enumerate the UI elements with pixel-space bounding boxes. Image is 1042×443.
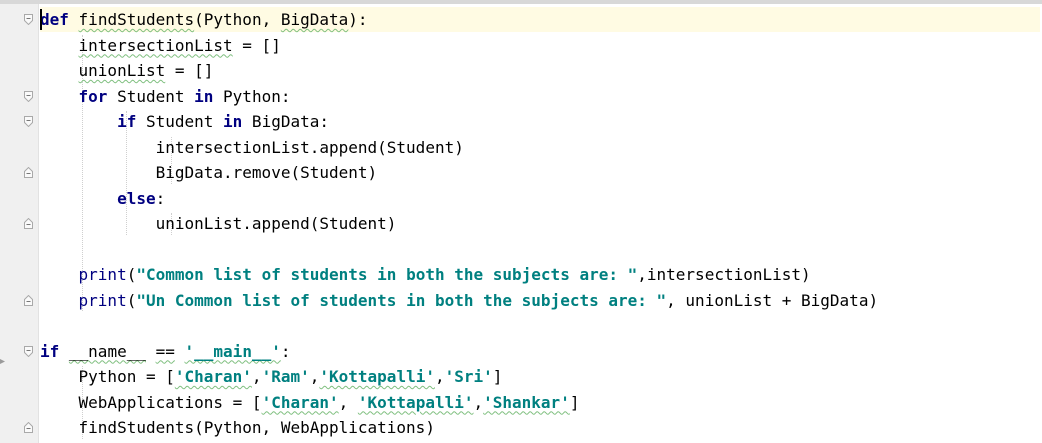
code-token: BigData:	[242, 112, 329, 131]
code-token: :	[155, 188, 166, 208]
code-token: "Common list of students in both the sub…	[136, 265, 638, 284]
code-token: Student	[136, 112, 224, 131]
code-line[interactable]: findStudents(Python, WebApplications)	[40, 415, 435, 440]
fold-close-icon[interactable]	[24, 218, 33, 229]
fold-open-icon[interactable]	[24, 90, 33, 102]
code-token: def	[40, 10, 69, 29]
fold-close-icon[interactable]	[24, 167, 33, 178]
code-token: BigData	[280, 10, 349, 29]
code-token: 'Ram'	[261, 367, 310, 386]
code-line[interactable]: if __name__ == '__main__':	[40, 339, 290, 364]
code-line[interactable]: print("Common list of students in both t…	[40, 262, 811, 287]
code-token: if	[40, 341, 60, 361]
code-line[interactable]: print("Un Common list of students in bot…	[40, 288, 879, 313]
code-token: = []	[232, 35, 281, 55]
breakpoint-marker-icon[interactable]	[0, 349, 5, 364]
code-line[interactable]: unionList.append(Student)	[40, 211, 397, 236]
code-token: (	[126, 290, 137, 310]
code-line[interactable]: else:	[40, 186, 165, 211]
code-token: 'Kottapalli'	[319, 367, 435, 386]
code-token: print	[78, 265, 127, 284]
code-token: __name__	[68, 341, 146, 361]
code-token: Student	[107, 86, 195, 106]
code-token: unionList.append(Student)	[40, 214, 397, 233]
code-line[interactable]: unionList = []	[40, 58, 214, 83]
fold-close-icon[interactable]	[24, 422, 33, 433]
code-token: ,	[309, 367, 320, 386]
code-line[interactable]: def findStudents(Python, BigData):	[40, 7, 1040, 32]
code-token: findStudents(Python, WebApplications)	[40, 418, 435, 437]
code-line[interactable]: intersectionList.append(Student)	[40, 135, 464, 160]
code-token: '__main__'	[184, 341, 281, 361]
editor-gutter[interactable]	[0, 4, 39, 443]
code-token: 'Kottapalli'	[357, 392, 474, 412]
code-token: Python = [	[40, 367, 175, 386]
code-token: if	[117, 112, 137, 131]
fold-open-icon[interactable]	[24, 345, 33, 357]
fold-open-icon[interactable]	[24, 116, 33, 127]
code-token: , unionList + BigData)	[666, 290, 879, 310]
code-line[interactable]: if Student in BigData:	[40, 109, 329, 134]
code-token: findStudents	[78, 10, 195, 29]
code-token: ,	[637, 265, 647, 284]
code-token: intersectionList)	[646, 265, 811, 284]
code-line[interactable]: Python = ['Charan','Ram','Kottapalli','S…	[40, 364, 503, 389]
code-token: 'Charan'	[261, 392, 339, 412]
code-token: 'Sri'	[444, 367, 493, 386]
code-token: BigData.remove(Student)	[40, 163, 378, 182]
code-line[interactable]: BigData.remove(Student)	[40, 160, 378, 185]
code-token: for	[78, 86, 108, 106]
code-token: :	[280, 341, 291, 361]
code-token: (	[126, 265, 137, 284]
code-token: intersectionList.append(Student)	[40, 137, 464, 157]
code-token: 'Charan'	[174, 367, 252, 386]
fold-close-icon[interactable]	[24, 294, 33, 306]
code-token: ,	[251, 367, 262, 386]
fold-open-icon[interactable]	[24, 14, 33, 25]
code-token: 'Shankar'	[483, 392, 570, 412]
code-token: ==	[155, 341, 175, 361]
code-token: ,	[473, 392, 484, 412]
code-token: Python:	[213, 86, 291, 106]
code-token: (Python,	[194, 10, 281, 29]
code-token: ]	[492, 367, 503, 386]
code-line[interactable]: for Student in Python:	[40, 84, 291, 109]
editor-top-border	[0, 0, 1042, 4]
code-editor[interactable]: def findStudents(Python, BigData): inter…	[0, 0, 1042, 443]
code-token: in	[223, 112, 243, 131]
code-token: ]	[569, 392, 580, 412]
code-token: print	[78, 290, 127, 310]
code-token: WebApplications = [	[40, 392, 262, 412]
code-token: "Un Common list of students in both the …	[136, 290, 667, 310]
code-token: = []	[165, 61, 214, 80]
code-line[interactable]: intersectionList = []	[40, 33, 281, 58]
code-token: else	[117, 188, 156, 208]
code-token: ,	[434, 367, 445, 386]
code-token: in	[194, 86, 214, 106]
code-token: ,	[338, 392, 358, 412]
code-token: intersectionList	[78, 35, 233, 55]
code-token: unionList	[78, 61, 166, 80]
code-token: ):	[348, 10, 368, 29]
code-line[interactable]: WebApplications = ['Charan', 'Kottapalli…	[40, 390, 580, 415]
text-caret	[40, 9, 42, 30]
